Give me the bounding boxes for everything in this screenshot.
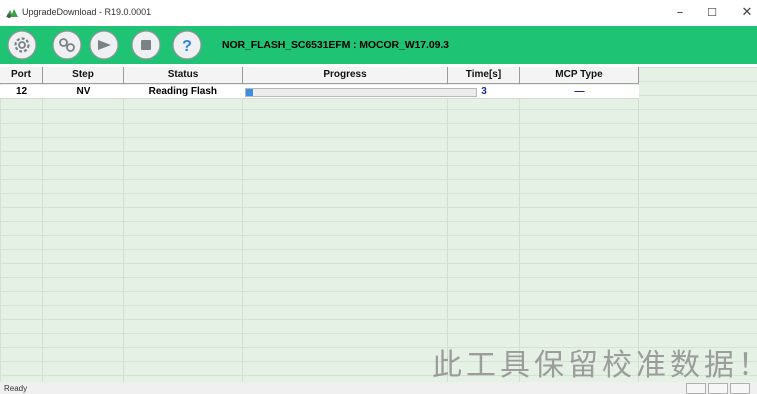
- link-icon: [52, 30, 82, 60]
- grid-line: [638, 67, 639, 382]
- status-bar: Ready: [0, 382, 757, 394]
- grid-line: [123, 67, 124, 382]
- port-grid[interactable]: Port Step Status Progress Time[s] MCP Ty…: [0, 67, 757, 383]
- start-button[interactable]: [89, 30, 119, 60]
- maximize-button[interactable]: ☐: [698, 3, 726, 23]
- grid-line: [42, 67, 43, 382]
- minimize-button[interactable]: –: [666, 3, 694, 23]
- time-cell: 3: [481, 86, 487, 97]
- stop-icon: [131, 30, 161, 60]
- grid-line: [519, 67, 520, 382]
- status-panel: [730, 383, 750, 394]
- table-row[interactable]: 12 NV Reading Flash 3 —: [0, 85, 639, 99]
- toolbar: ? NOR_FLASH_SC6531EFM : MOCOR_W17.09.3: [0, 26, 757, 64]
- column-header-progress[interactable]: Progress: [243, 67, 448, 84]
- grid-line: [447, 67, 448, 382]
- app-icon: [6, 9, 18, 18]
- close-button[interactable]: ✕: [733, 3, 757, 23]
- mcp-type-cell: —: [574, 86, 585, 97]
- title-bar: UpgradeDownload - R19.0.0001 – ☐ ✕: [0, 0, 757, 26]
- progress-bar: [245, 88, 477, 97]
- settings-button[interactable]: [7, 30, 37, 60]
- status-cell: Reading Flash: [148, 86, 217, 97]
- status-panel: [686, 383, 706, 394]
- firmware-label: NOR_FLASH_SC6531EFM : MOCOR_W17.09.3: [222, 39, 449, 51]
- progress-fill: [246, 89, 253, 96]
- status-text: Ready: [4, 384, 28, 393]
- column-header-status[interactable]: Status: [124, 67, 243, 84]
- question-icon: ?: [172, 30, 202, 60]
- gear-icon: [7, 30, 37, 60]
- watermark-text: 此工具保留校准数据！: [432, 348, 757, 383]
- column-header-time[interactable]: Time[s]: [448, 67, 520, 84]
- play-icon: [89, 30, 119, 60]
- port-cell: 12: [15, 86, 28, 97]
- table-header: Port Step Status Progress Time[s] MCP Ty…: [0, 67, 639, 84]
- window-title: UpgradeDownload - R19.0.0001: [22, 7, 152, 17]
- load-packet-button[interactable]: [52, 30, 82, 60]
- column-header-mcp-type[interactable]: MCP Type: [520, 67, 639, 84]
- help-glyph: ?: [182, 38, 192, 55]
- column-header-step[interactable]: Step: [43, 67, 124, 84]
- help-button[interactable]: ?: [172, 30, 202, 60]
- stop-button[interactable]: [131, 30, 161, 60]
- status-panel: [708, 383, 728, 394]
- column-header-port[interactable]: Port: [0, 67, 43, 84]
- step-cell: NV: [76, 86, 91, 97]
- grid-line: [242, 67, 243, 382]
